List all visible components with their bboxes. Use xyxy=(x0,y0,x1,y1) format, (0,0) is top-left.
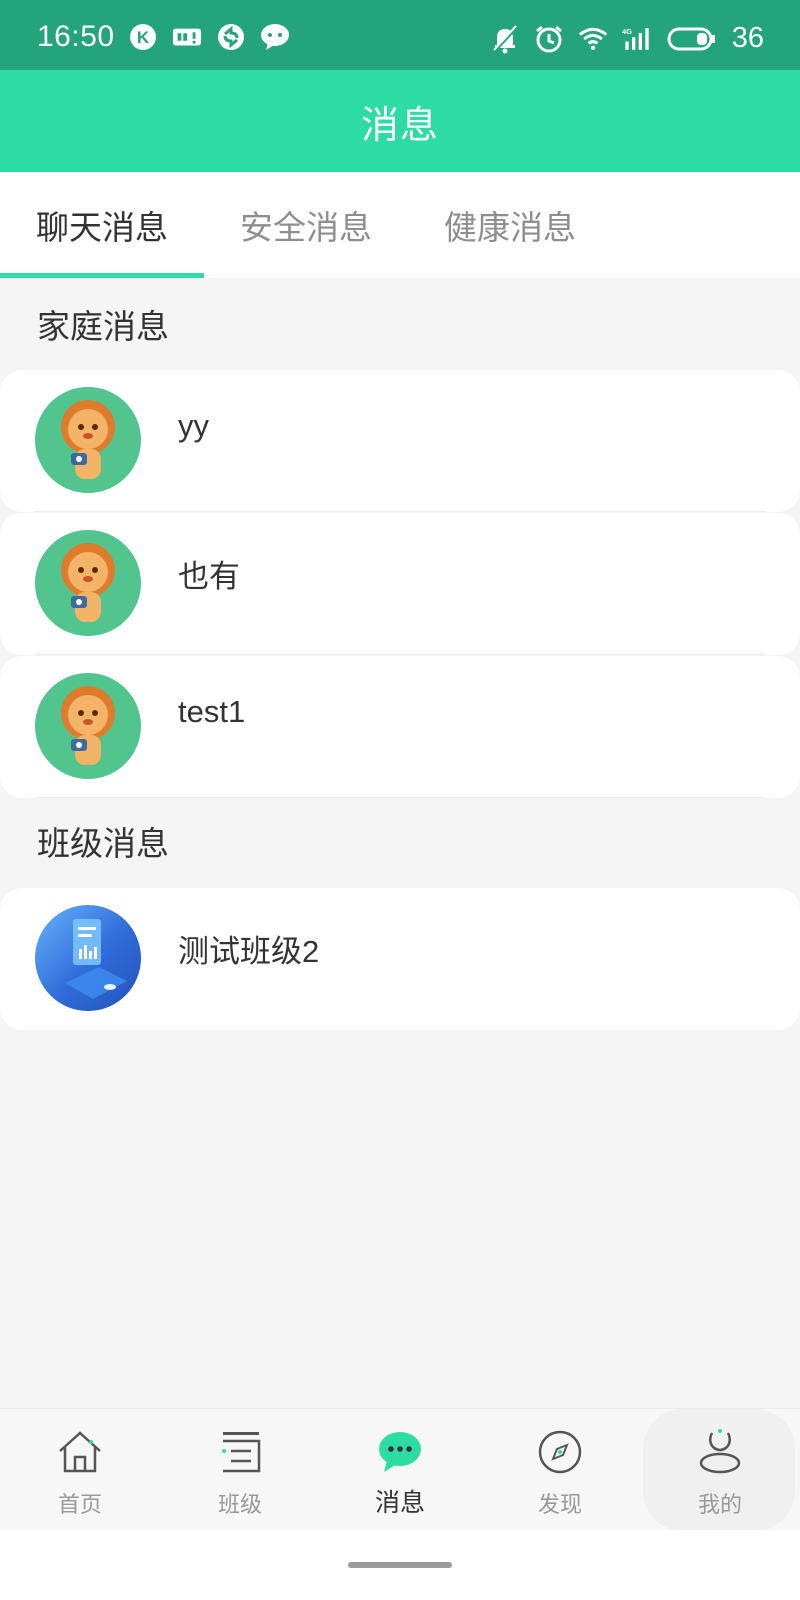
nav-label-class: 班级 xyxy=(217,1493,262,1518)
list-item[interactable]: 也有 xyxy=(0,513,800,655)
list-item[interactable]: 测试班级2 xyxy=(0,888,800,1030)
section-title-class: 班级消息 xyxy=(37,824,169,863)
list-item[interactable]: test1 xyxy=(0,656,800,798)
lion-avatar-icon xyxy=(35,673,141,779)
nav-item-profile[interactable]: 我的 xyxy=(640,1409,800,1531)
sim-card-icon xyxy=(172,24,202,50)
nav-label-profile: 我的 xyxy=(697,1493,742,1518)
status-left-icons: K xyxy=(128,24,290,50)
list-item[interactable]: yy xyxy=(0,370,800,512)
divider xyxy=(35,654,765,655)
nav-item-discover[interactable]: 发现 xyxy=(480,1409,640,1531)
home-indicator[interactable] xyxy=(348,1562,452,1568)
battery-icon xyxy=(666,26,718,52)
contact-name: test1 xyxy=(178,694,246,729)
nav-label-discover: 发现 xyxy=(537,1493,582,1518)
tab-chat-messages[interactable]: 聊天消息 xyxy=(0,172,204,278)
class-illustration-icon xyxy=(35,905,141,1011)
title-bar: 消息 xyxy=(0,70,800,172)
class-icon xyxy=(215,1427,265,1477)
status-right-icons: 4G 36 xyxy=(490,22,764,55)
nav-label-messages: 消息 xyxy=(374,1488,425,1517)
nav-item-class[interactable]: 班级 xyxy=(160,1409,320,1531)
contact-name: yy xyxy=(178,408,209,443)
signal-4g-icon: 4G xyxy=(622,26,652,52)
mute-bell-icon xyxy=(490,24,520,53)
page-title: 消息 xyxy=(360,102,439,147)
profile-icon xyxy=(695,1427,745,1477)
compass-icon xyxy=(535,1427,585,1477)
nav-item-messages[interactable]: 消息 xyxy=(320,1409,480,1531)
message-tabs: 聊天消息 安全消息 健康消息 xyxy=(0,172,800,278)
status-time: 16:50 xyxy=(37,20,115,53)
status-bar: 16:50 K 4G 36 xyxy=(0,0,800,70)
section-title-family: 家庭消息 xyxy=(37,307,169,346)
k-app-icon: K xyxy=(128,24,158,50)
message-icon xyxy=(375,1427,425,1477)
nav-item-home[interactable]: 首页 xyxy=(0,1409,160,1531)
lion-avatar-icon xyxy=(35,387,141,493)
chat-bubble-icon xyxy=(260,24,290,50)
tab-safety-messages[interactable]: 安全消息 xyxy=(204,172,408,278)
wifi-icon xyxy=(578,26,608,52)
nav-label-home: 首页 xyxy=(57,1493,102,1518)
active-tab-indicator xyxy=(0,273,204,278)
divider xyxy=(35,797,765,798)
svg-text:K: K xyxy=(137,28,150,47)
home-icon xyxy=(55,1427,105,1477)
class-name: 测试班级2 xyxy=(178,934,320,969)
svg-text:4G: 4G xyxy=(622,27,632,36)
battery-level: 36 xyxy=(731,22,764,54)
divider xyxy=(35,511,765,512)
contact-name: 也有 xyxy=(178,559,240,594)
bottom-nav: 首页 班级 消息 发现 我的 xyxy=(0,1408,800,1531)
tab-health-messages[interactable]: 健康消息 xyxy=(408,172,612,278)
alarm-icon xyxy=(534,25,564,52)
lion-avatar-icon xyxy=(35,530,141,636)
sync-icon xyxy=(216,24,246,50)
